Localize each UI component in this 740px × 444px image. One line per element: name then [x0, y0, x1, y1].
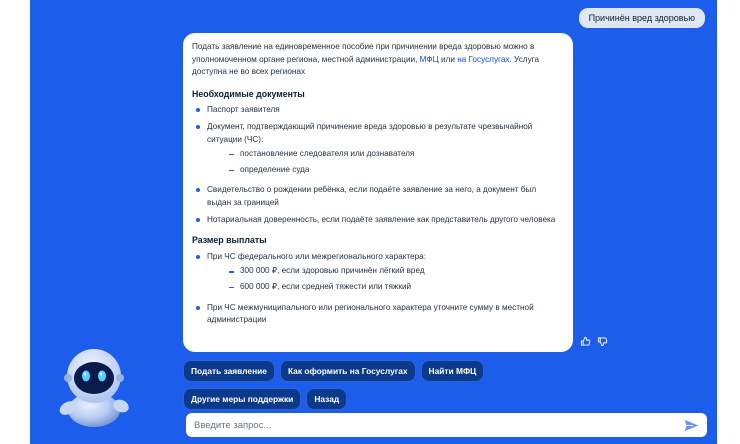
list-item: При ЧС федерального или межрегионального…	[192, 251, 561, 294]
answer-intro: Подать заявление на единовременное пособ…	[192, 41, 561, 79]
query-input[interactable]	[194, 419, 684, 431]
find-mfc-button[interactable]: Найти МФЦ	[420, 360, 485, 382]
payment-list: При ЧС федерального или межрегионального…	[192, 251, 561, 327]
robot-avatar-icon	[59, 349, 129, 427]
other-support-button[interactable]: Другие меры поддержки	[183, 388, 302, 410]
gosuslugi-link[interactable]: на Госуслугах	[457, 55, 509, 64]
submit-application-button[interactable]: Подать заявление	[183, 360, 275, 382]
list-item: Паспорт заявителя	[192, 104, 561, 117]
list-item: При ЧС межмуниципального или регионально…	[192, 302, 561, 327]
back-button[interactable]: Назад	[306, 388, 348, 410]
list-item-text: При ЧС федерального или межрегионального…	[207, 251, 426, 261]
documents-list: Паспорт заявителя Документ, подтверждающ…	[192, 104, 561, 226]
payment-heading: Размер выплаты	[192, 235, 267, 246]
sub-list-item: определение суда	[207, 164, 561, 177]
sub-list-item: 300 000 ₽, если здоровью причинён лёгкий…	[207, 265, 561, 278]
mfc-link[interactable]: МФЦ	[420, 55, 439, 64]
intro-or-text: или	[440, 54, 455, 64]
documents-heading: Необходимые документы	[192, 88, 305, 99]
thumbs-up-icon[interactable]	[580, 336, 591, 347]
list-item-text: Документ, подтверждающий причинение вред…	[207, 121, 533, 144]
thumbs-down-icon[interactable]	[597, 336, 608, 347]
quick-replies: Подать заявление Как оформить на Госуслу…	[183, 360, 543, 410]
list-item: Документ, подтверждающий причинение вред…	[192, 121, 561, 176]
sub-list-item: 600 000 ₽, если средней тяжести или тяжк…	[207, 281, 561, 294]
sub-list: 300 000 ₽, если здоровью причинён лёгкий…	[207, 265, 561, 293]
user-message-bubble: Причинён вред здоровью	[578, 8, 705, 28]
sub-list: постановление следователя или дознавател…	[207, 148, 561, 176]
list-item: Нотариальная доверенность, если подаёте …	[192, 214, 561, 227]
send-icon[interactable]	[684, 419, 699, 432]
query-input-bar	[186, 413, 707, 437]
how-to-apply-button[interactable]: Как оформить на Госуслугах	[279, 360, 416, 382]
chat-panel: Причинён вред здоровью Подать заявление …	[30, 0, 717, 444]
feedback-buttons	[580, 336, 608, 347]
sub-list-item: постановление следователя или дознавател…	[207, 148, 561, 161]
bot-answer-card: Подать заявление на единовременное пособ…	[183, 33, 573, 352]
list-item: Свидетельство о рождении ребёнка, если п…	[192, 184, 561, 209]
